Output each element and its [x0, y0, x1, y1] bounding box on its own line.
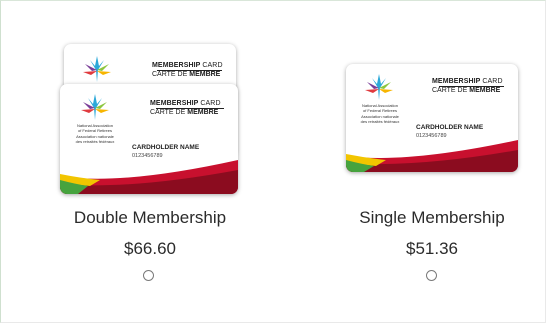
double-membership-radio[interactable]: [143, 270, 154, 281]
double-card-image: MEMBERSHIP CARD CARTE DE MEMBRE National…: [30, 0, 270, 200]
single-card-image: National Association of Federal Retirees…: [312, 0, 546, 200]
maple-leaf-logo-icon: [81, 94, 109, 120]
single-membership-radio[interactable]: [426, 270, 437, 281]
maple-leaf-logo-icon: [83, 56, 111, 82]
membership-card-front: National Association of Federal Retirees…: [60, 84, 238, 194]
single-membership-option[interactable]: National Association of Federal Retirees…: [312, 0, 546, 323]
card-title: MEMBERSHIP CARD: [432, 78, 503, 85]
card-subtitle: CARTE DE MEMBRE: [152, 71, 221, 78]
option-price: $51.36: [406, 239, 458, 258]
card-subtitle: CARTE DE MEMBRE: [150, 109, 219, 116]
card-title: MEMBERSHIP CARD: [152, 62, 223, 69]
card-swoosh: [60, 160, 238, 194]
option-label: Single Membership: [359, 208, 505, 227]
cardholder-label: CARDHOLDER NAME: [132, 144, 200, 151]
membership-card: National Association of Federal Retirees…: [346, 64, 518, 172]
card-swoosh: [346, 140, 518, 172]
cardholder-label: CARDHOLDER NAME: [416, 124, 484, 131]
maple-leaf-logo-icon: [365, 74, 393, 100]
option-label: Double Membership: [73, 208, 227, 227]
double-membership-option[interactable]: MEMBERSHIP CARD CARTE DE MEMBRE National…: [30, 0, 270, 323]
org-name: National Association of Federal Retirees…: [360, 103, 400, 124]
card-title: MEMBERSHIP CARD: [150, 100, 221, 107]
org-name: National Association of Federal Retirees…: [75, 123, 115, 144]
card-subtitle: CARTE DE MEMBRE: [432, 87, 501, 94]
option-price: $66.60: [124, 239, 176, 258]
